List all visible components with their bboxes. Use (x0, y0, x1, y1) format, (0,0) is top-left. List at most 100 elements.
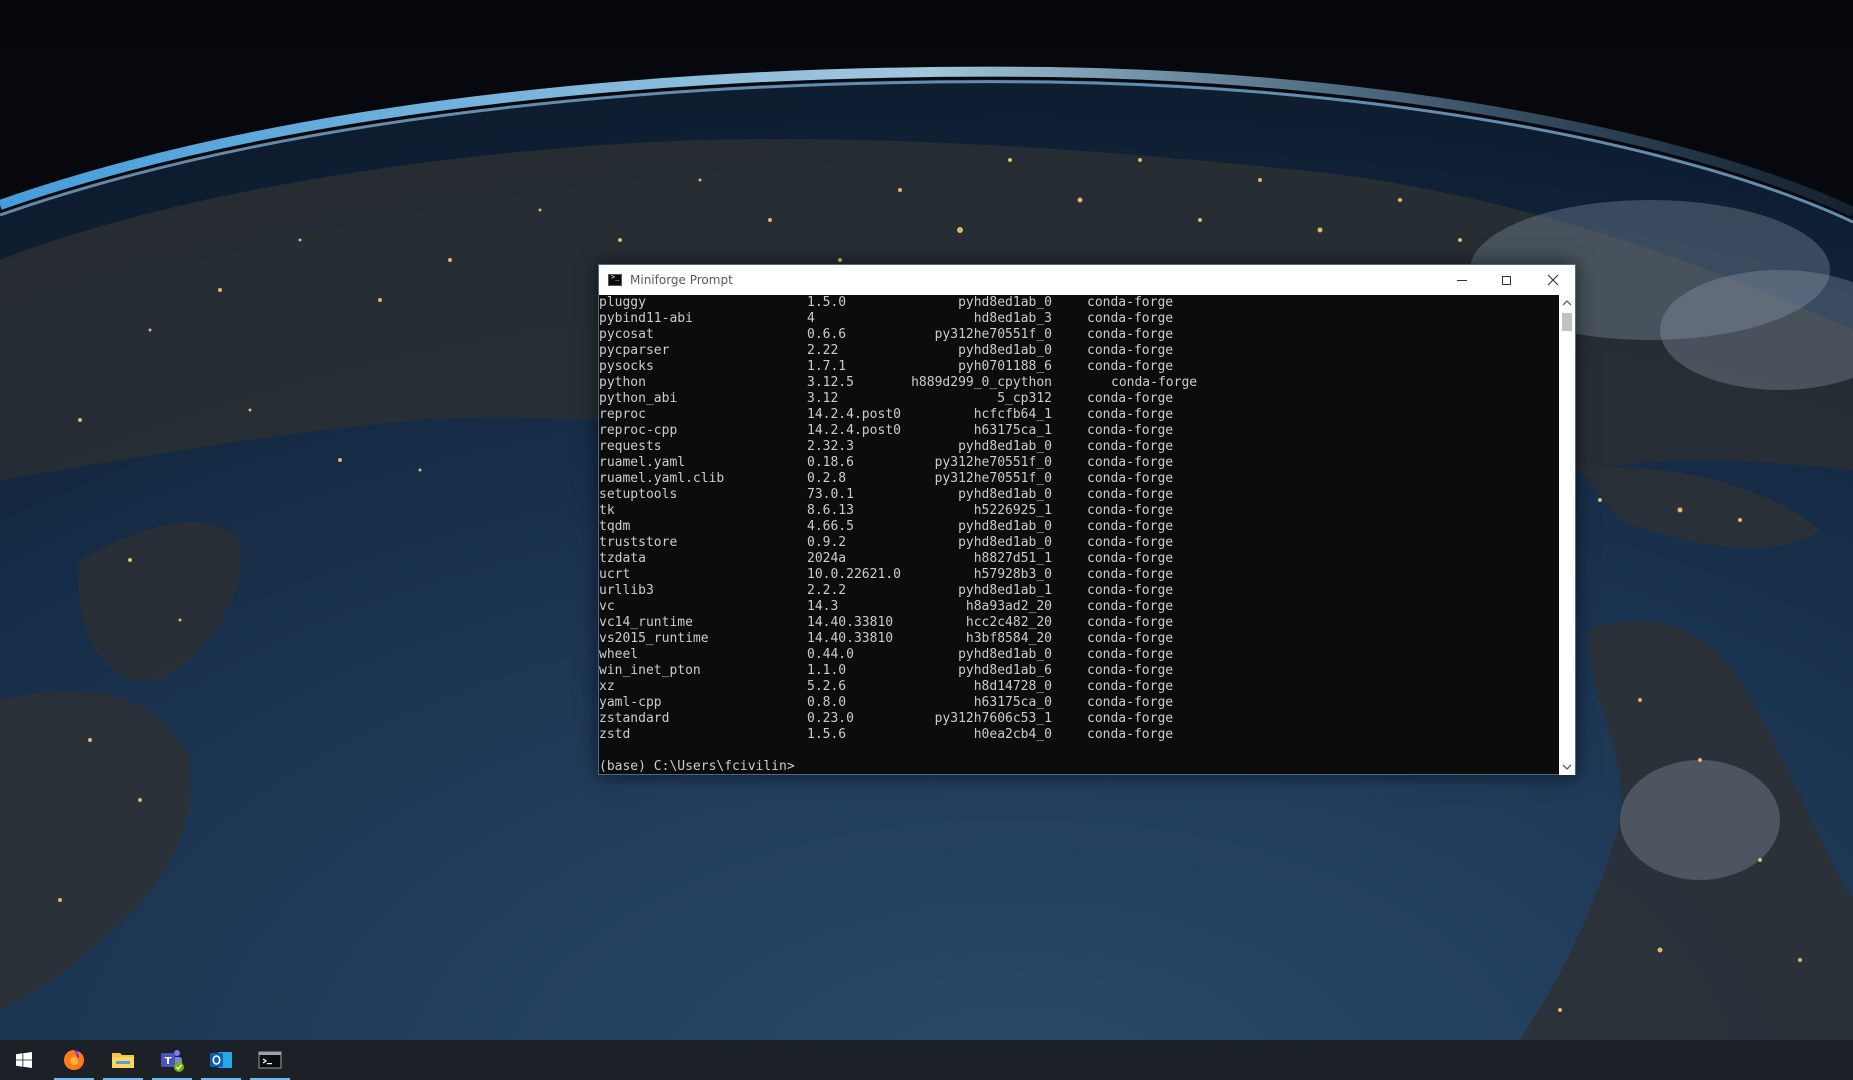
taskbar-firefox[interactable] (50, 1040, 98, 1080)
package-row: ruamel.yaml 0.18.6 py312he70551f_0 conda-fo… (599, 455, 1559, 471)
package-channel: conda-forge (1087, 423, 1174, 438)
package-name: ruamel.yaml.clib (599, 471, 725, 486)
package-build: 5_cp312 (997, 391, 1052, 406)
scroll-down-arrow-icon[interactable] (1562, 762, 1572, 772)
package-name: pybind11-abi (599, 311, 693, 326)
package-row: tzdata 2024a h8827d51_1 conda-forge (599, 551, 1559, 567)
package-name: tqdm (599, 519, 631, 534)
package-version: 2024a (807, 551, 847, 566)
close-button[interactable] (1530, 265, 1575, 295)
package-row: ucrt 10.0.22621.0 h57928b3_0 conda-forge (599, 567, 1559, 583)
console-icon: >_ (608, 273, 622, 286)
package-version: 2.22 (807, 343, 839, 358)
package-build: py312he70551f_0 (934, 327, 1052, 342)
package-row: ruamel.yaml.clib 0.2.8 py312he70551f_0 cond… (599, 471, 1559, 487)
package-channel: conda-forge (1087, 471, 1174, 486)
package-row: yaml-cpp 0.8.0 h63175ca_0 conda-forge (599, 695, 1559, 711)
package-name: python_abi (599, 391, 678, 406)
package-name: zstandard (599, 711, 670, 726)
outlook-icon (210, 1052, 232, 1068)
package-name: pluggy (599, 295, 646, 310)
window-title-bar[interactable]: >_ Miniforge Prompt (599, 265, 1575, 295)
package-build: py312he70551f_0 (934, 471, 1052, 486)
package-name: reproc (599, 407, 646, 422)
folder-icon (112, 1053, 134, 1068)
package-channel: conda-forge (1087, 503, 1174, 518)
package-channel: conda-forge (1087, 727, 1174, 742)
svg-text:T: T (165, 1056, 172, 1067)
package-build: h889d299_0_cpython (911, 375, 1052, 390)
package-name: requests (599, 439, 662, 454)
package-name: python (599, 375, 646, 390)
package-version: 14.3 (807, 599, 839, 614)
windows-logo-icon (16, 1052, 32, 1068)
minimize-button[interactable] (1439, 265, 1484, 295)
package-row: xz 5.2.6 h8d14728_0 conda-forge (599, 679, 1559, 695)
package-version: 1.7.1 (807, 359, 847, 374)
package-build: py312h7606c53_1 (934, 711, 1052, 726)
console-output[interactable]: pluggy 1.5.0 pyhd8ed1ab_0 conda-forge pybind… (599, 295, 1559, 775)
package-version: 0.9.2 (807, 535, 847, 550)
package-name: vc14_runtime (599, 615, 693, 630)
package-name: pycosat (599, 327, 654, 342)
package-name: wheel (599, 647, 639, 662)
package-name: zstd (599, 727, 631, 742)
package-version: 14.2.4.post0 (807, 407, 901, 422)
package-row: pluggy 1.5.0 pyhd8ed1ab_0 conda-forge (599, 295, 1559, 311)
package-build: pyhd8ed1ab_0 (958, 295, 1052, 310)
package-build: h8d14728_0 (973, 679, 1052, 694)
package-row: zstandard 0.23.0 py312h7606c53_1 conda-forg… (599, 711, 1559, 727)
package-build: h63175ca_1 (973, 423, 1052, 438)
package-version: 1.5.0 (807, 295, 847, 310)
package-version: 1.1.0 (807, 663, 847, 678)
scroll-up-arrow-icon[interactable] (1562, 298, 1572, 308)
package-build: pyhd8ed1ab_0 (958, 519, 1052, 534)
taskbar-file-explorer[interactable] (99, 1040, 147, 1080)
package-row: truststore 0.9.2 pyhd8ed1ab_0 conda-forge (599, 535, 1559, 551)
package-channel: conda-forge (1111, 375, 1198, 390)
package-name: win_inet_pton (599, 663, 701, 678)
package-channel: conda-forge (1087, 583, 1174, 598)
maximize-button[interactable] (1484, 265, 1529, 295)
package-row: pycparser 2.22 pyhd8ed1ab_0 conda-forge (599, 343, 1559, 359)
package-version: 2.32.3 (807, 439, 854, 454)
package-row: reproc-cpp 14.2.4.post0 h63175ca_1 conda-fo… (599, 423, 1559, 439)
package-name: pysocks (599, 359, 654, 374)
package-name: yaml-cpp (599, 695, 662, 710)
package-row: python 3.12.5 h889d299_0_cpython conda-forg… (599, 375, 1559, 391)
package-row: pycosat 0.6.6 py312he70551f_0 conda-forge (599, 327, 1559, 343)
package-name: vc (599, 599, 615, 614)
package-name: reproc-cpp (599, 423, 678, 438)
start-button[interactable] (0, 1040, 48, 1080)
console-icon (258, 1051, 282, 1069)
taskbar-outlook[interactable] (197, 1040, 245, 1080)
package-build: h8827d51_1 (973, 551, 1052, 566)
package-name: truststore (599, 535, 678, 550)
package-name: setuptools (599, 487, 678, 502)
package-build: pyhd8ed1ab_0 (958, 439, 1052, 454)
package-build: h57928b3_0 (973, 567, 1052, 582)
package-row: vc14_runtime 14.40.33810 hcc2c482_20 conda-… (599, 615, 1559, 631)
miniforge-prompt-window[interactable]: >_ Miniforge Prompt pluggy 1.5.0 pyhd8ed1a… (598, 264, 1576, 775)
command-prompt[interactable]: (base) C:\Users\fcivilin> (599, 759, 795, 775)
package-channel: conda-forge (1087, 679, 1174, 694)
package-row: setuptools 73.0.1 pyhd8ed1ab_0 conda-forge (599, 487, 1559, 503)
package-channel: conda-forge (1087, 455, 1174, 470)
package-version: 14.40.33810 (807, 631, 894, 646)
taskbar-terminal[interactable] (246, 1040, 294, 1080)
package-version: 5.2.6 (807, 679, 847, 694)
package-build: pyhd8ed1ab_0 (958, 647, 1052, 662)
package-channel: conda-forge (1087, 439, 1174, 454)
package-version: 0.8.0 (807, 695, 847, 710)
package-build: pyh0701188_6 (958, 359, 1052, 374)
taskbar-teams[interactable]: T (148, 1040, 196, 1080)
package-name: ruamel.yaml (599, 455, 686, 470)
package-name: vs2015_runtime (599, 631, 709, 646)
scroll-thumb[interactable] (1562, 313, 1572, 331)
package-channel: conda-forge (1087, 631, 1174, 646)
package-build: hcc2c482_20 (965, 615, 1052, 630)
vertical-scrollbar[interactable] (1559, 295, 1575, 775)
package-row: win_inet_pton 1.1.0 pyhd8ed1ab_6 conda-forg… (599, 663, 1559, 679)
package-channel: conda-forge (1087, 711, 1174, 726)
window-title: Miniforge Prompt (630, 273, 733, 287)
